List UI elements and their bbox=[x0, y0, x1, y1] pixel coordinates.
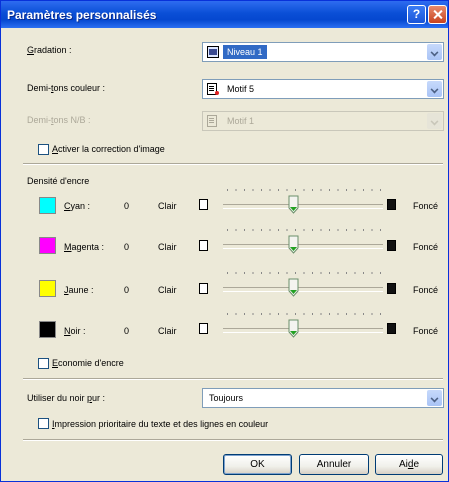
halftone-pattern-icon bbox=[207, 115, 217, 127]
cancel-button[interactable]: Annuler bbox=[299, 454, 369, 475]
priority-print-checkbox[interactable] bbox=[38, 418, 49, 429]
cyan-label: Cyan : bbox=[64, 201, 91, 211]
magenta-density-slider[interactable] bbox=[223, 244, 383, 249]
halftone-pattern-icon bbox=[207, 83, 219, 95]
gradation-icon bbox=[207, 46, 219, 58]
title-bar[interactable]: Paramètres personnalisés ? bbox=[1, 1, 448, 28]
slider-ticks bbox=[227, 229, 382, 231]
slider-ticks bbox=[227, 189, 382, 191]
image-correction-checkbox[interactable] bbox=[38, 144, 49, 155]
gradation-label: Gradation : bbox=[27, 45, 72, 55]
halftone-bw-select: Motif 1 bbox=[202, 111, 444, 131]
help-title-button[interactable]: ? bbox=[407, 5, 426, 24]
magenta-swatch bbox=[39, 237, 56, 254]
pure-black-label: Utiliser du noir pur : bbox=[27, 393, 106, 403]
black-label: Noir : bbox=[64, 326, 86, 336]
halftone-bw-label: Demi-tons N/B : bbox=[27, 115, 91, 125]
light-page-icon bbox=[199, 323, 208, 334]
cyan-swatch bbox=[39, 197, 56, 214]
light-label: Clair bbox=[158, 285, 177, 295]
light-label: Clair bbox=[158, 326, 177, 336]
ok-button[interactable]: OK bbox=[223, 454, 292, 475]
ink-saving-label[interactable]: Economie d'encre bbox=[52, 358, 124, 368]
black-swatch bbox=[39, 321, 56, 338]
light-label: Clair bbox=[158, 242, 177, 252]
magenta-value: 0 bbox=[124, 242, 130, 252]
yellow-label: Jaune : bbox=[64, 285, 94, 295]
divider bbox=[23, 439, 443, 441]
dark-page-icon bbox=[387, 283, 396, 294]
chevron-down-icon[interactable] bbox=[427, 44, 442, 60]
yellow-swatch bbox=[39, 280, 56, 297]
dark-label: Foncé bbox=[413, 285, 439, 295]
light-page-icon bbox=[199, 199, 208, 210]
help-button[interactable]: Aide bbox=[375, 454, 443, 475]
black-value: 0 bbox=[124, 326, 130, 336]
yellow-value: 0 bbox=[124, 285, 130, 295]
black-slider-thumb[interactable] bbox=[288, 319, 299, 338]
chevron-down-icon[interactable] bbox=[427, 81, 442, 97]
image-correction-label[interactable]: Activer la correction d'image bbox=[52, 144, 165, 154]
magenta-slider-thumb[interactable] bbox=[288, 235, 299, 254]
dark-page-icon bbox=[387, 199, 396, 210]
yellow-density-slider[interactable] bbox=[223, 287, 383, 292]
dark-page-icon bbox=[387, 240, 396, 251]
magenta-label: Magenta : bbox=[64, 242, 105, 252]
slider-ticks bbox=[227, 313, 382, 315]
yellow-slider-thumb[interactable] bbox=[288, 278, 299, 297]
ink-saving-checkbox[interactable] bbox=[38, 358, 49, 369]
chevron-down-icon bbox=[427, 113, 442, 129]
black-density-slider[interactable] bbox=[223, 328, 383, 333]
pure-black-select[interactable]: Toujours bbox=[202, 388, 444, 408]
dark-label: Foncé bbox=[413, 242, 439, 252]
pure-black-value: Toujours bbox=[209, 393, 244, 403]
halftone-color-value: Motif 5 bbox=[227, 84, 255, 94]
cyan-density-slider[interactable] bbox=[223, 204, 383, 209]
cyan-slider-thumb[interactable] bbox=[288, 195, 299, 214]
dark-label: Foncé bbox=[413, 201, 439, 211]
dark-page-icon bbox=[387, 323, 396, 334]
light-page-icon bbox=[199, 240, 208, 251]
cyan-value: 0 bbox=[124, 201, 130, 211]
slider-ticks bbox=[227, 272, 382, 274]
halftone-bw-value: Motif 1 bbox=[227, 116, 255, 126]
divider bbox=[23, 378, 443, 380]
dark-label: Foncé bbox=[413, 326, 439, 336]
gradation-select[interactable]: Niveau 1 bbox=[202, 42, 444, 62]
ink-density-title: Densité d'encre bbox=[27, 176, 90, 186]
dialog-window: Paramètres personnalisés ? Gradation : N… bbox=[0, 0, 449, 482]
close-icon[interactable] bbox=[428, 5, 447, 24]
window-title: Paramètres personnalisés bbox=[7, 8, 157, 22]
halftone-color-select[interactable]: Motif 5 bbox=[202, 79, 444, 99]
divider bbox=[23, 163, 443, 165]
light-label: Clair bbox=[158, 201, 177, 211]
light-page-icon bbox=[199, 283, 208, 294]
chevron-down-icon[interactable] bbox=[427, 390, 442, 406]
halftone-color-label: Demi-tons couleur : bbox=[27, 83, 106, 93]
gradation-value: Niveau 1 bbox=[223, 45, 267, 59]
priority-print-label[interactable]: Impression prioritaire du texte et des l… bbox=[52, 419, 268, 429]
